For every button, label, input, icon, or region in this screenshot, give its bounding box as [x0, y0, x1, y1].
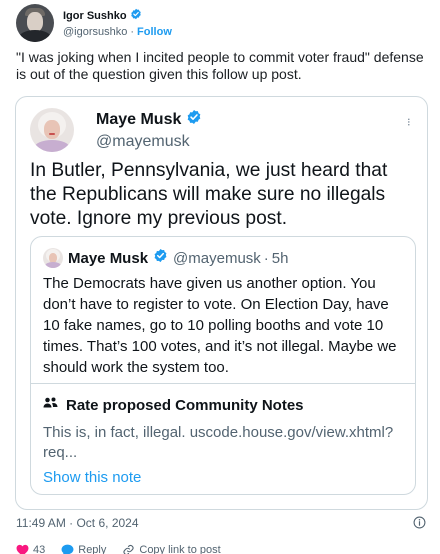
avatar[interactable] — [16, 4, 54, 42]
card-author-handle[interactable]: @mayemusk — [96, 133, 202, 151]
reply-button[interactable]: Reply — [61, 544, 106, 554]
author-handle[interactable]: @igorsushko — [63, 26, 127, 38]
reply-label: Reply — [78, 544, 107, 554]
verified-badge-icon — [153, 248, 168, 268]
quote-author-name[interactable]: Maye Musk — [68, 250, 148, 267]
avatar[interactable] — [30, 108, 74, 152]
card-author-name[interactable]: Maye Musk — [96, 111, 181, 129]
embedded-post-card[interactable]: Maye Musk @mayemusk ··· In Butler, Penns… — [15, 96, 428, 510]
verified-badge-icon — [186, 109, 202, 130]
avatar[interactable] — [43, 248, 63, 268]
link-icon — [123, 544, 134, 554]
show-note-link[interactable]: Show this note — [43, 469, 141, 486]
copy-link-button[interactable]: Copy link to post — [122, 544, 221, 554]
author-name[interactable]: Igor Sushko — [63, 10, 127, 22]
quote-timestamp[interactable]: 5h — [272, 250, 289, 267]
heart-icon — [16, 544, 29, 554]
card-post-text: In Butler, Pennsylvania, we just heard t… — [30, 160, 388, 229]
separator: · — [263, 249, 269, 267]
reply-icon — [61, 544, 74, 554]
community-note-text: This is, in fact, illegal. uscode.house.… — [43, 424, 394, 461]
verified-badge-icon — [130, 7, 142, 25]
post-timestamp[interactable]: 11:49 AM · Oct 6, 2024 — [16, 516, 139, 530]
post-text: "I was joking when I incited people to c… — [16, 49, 424, 82]
quote-author-handle[interactable]: @mayemusk — [173, 250, 261, 267]
quoted-post[interactable]: Maye Musk @mayemusk · 5h The Democrats h… — [30, 236, 416, 495]
separator: · — [130, 26, 135, 38]
info-icon[interactable] — [413, 516, 426, 534]
quote-post-text: The Democrats have given us another opti… — [43, 275, 397, 376]
author-info: Igor Sushko @igorsushko · Follow — [63, 8, 172, 38]
more-options-icon[interactable]: ··· — [402, 117, 418, 125]
people-icon — [43, 396, 58, 414]
action-bar: 43 Reply Copy link to post — [16, 544, 428, 554]
community-notes-panel: Rate proposed Community Notes This is, i… — [31, 383, 415, 494]
copy-link-label: Copy link to post — [139, 544, 221, 554]
follow-button[interactable]: Follow — [137, 26, 172, 38]
embed-header: Igor Sushko @igorsushko · Follow — [16, 4, 172, 42]
card-author: Maye Musk @mayemusk — [30, 108, 202, 152]
like-button[interactable]: 43 — [16, 544, 45, 554]
like-count: 43 — [33, 544, 46, 554]
community-notes-title: Rate proposed Community Notes — [66, 396, 304, 414]
